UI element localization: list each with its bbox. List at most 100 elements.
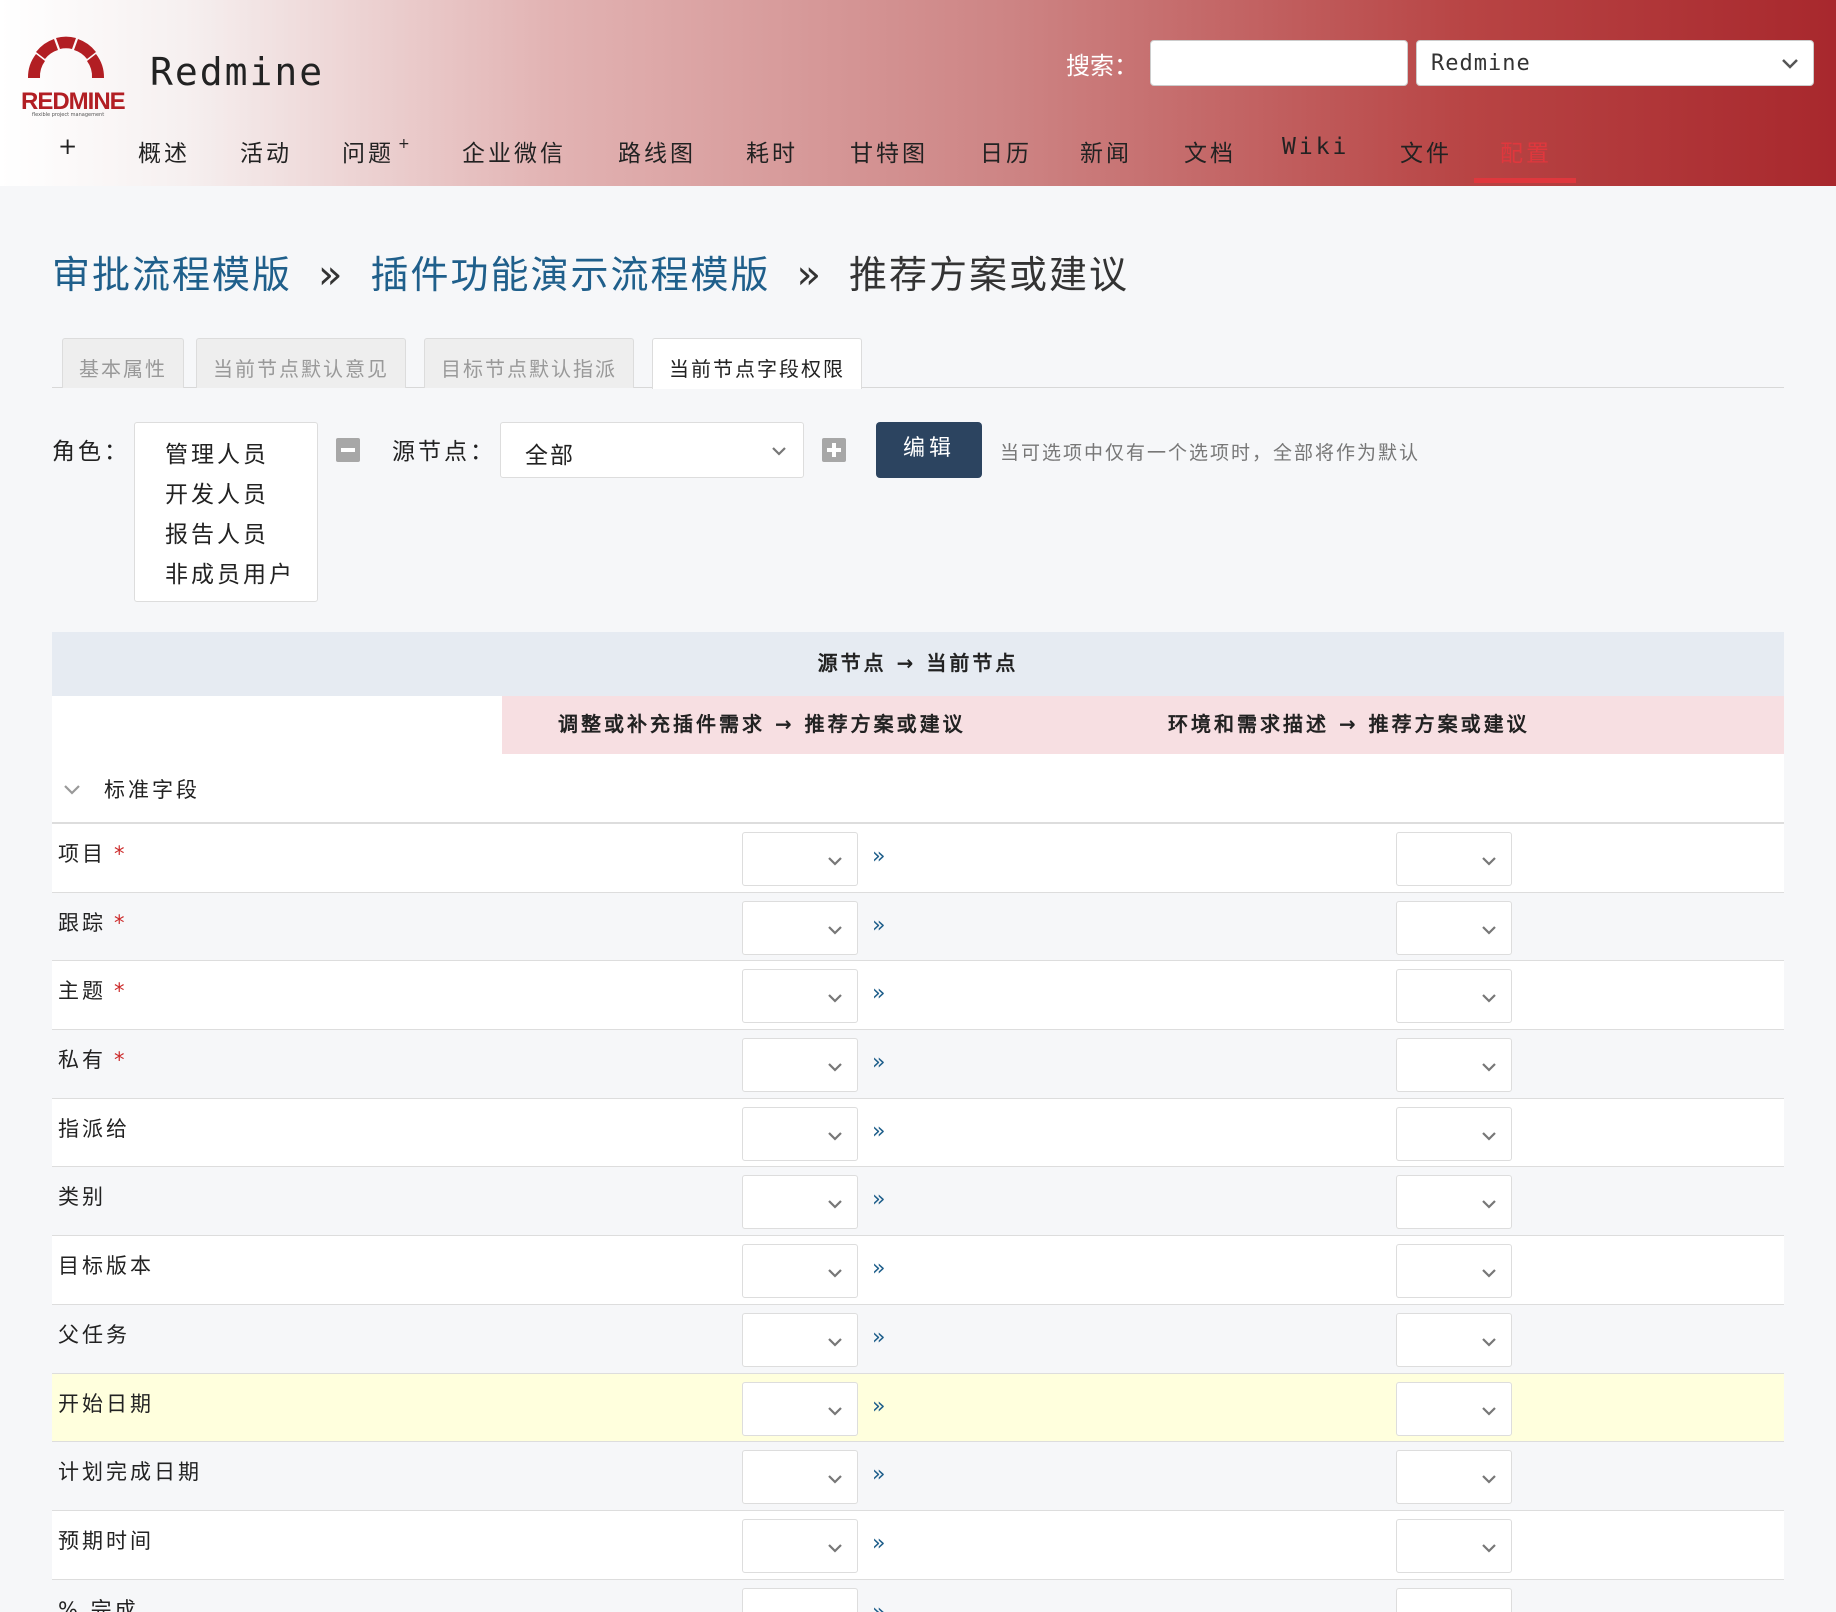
- menu-calendar[interactable]: 日历: [980, 134, 1032, 168]
- role-option[interactable]: 报告人员: [165, 515, 317, 555]
- table-row: 开始日期 »: [52, 1373, 1784, 1443]
- permission-select-col2[interactable]: [1396, 832, 1512, 886]
- menu-settings[interactable]: 配置: [1500, 134, 1552, 168]
- menu-activity[interactable]: 活动: [240, 134, 292, 168]
- permission-select-col2[interactable]: [1396, 1312, 1512, 1367]
- edit-button[interactable]: 编辑: [876, 422, 982, 478]
- breadcrumb-plugin-demo-template[interactable]: 插件功能演示流程模版: [371, 253, 771, 297]
- permission-select-col2[interactable]: [1396, 1106, 1512, 1161]
- chevron-down-icon: [828, 1269, 842, 1278]
- copy-right-link[interactable]: »: [872, 1394, 885, 1419]
- menu-issues[interactable]: 问题 +: [342, 134, 413, 168]
- redmine-logo[interactable]: REDMINE flexible project management: [18, 30, 126, 120]
- chevron-down-icon[interactable]: [62, 780, 82, 800]
- column-header-1: 调整或补充插件需求 → 推荐方案或建议: [558, 712, 966, 736]
- plus-icon-v: [832, 443, 836, 457]
- chevron-down-icon: [825, 1607, 845, 1612]
- permission-select-col1[interactable]: [742, 969, 858, 1024]
- copy-right-link[interactable]: »: [872, 844, 885, 869]
- permission-select-col1[interactable]: [742, 1381, 858, 1436]
- table-row: % 完成 »: [52, 1579, 1784, 1612]
- column-header-2: 环境和需求描述 → 推荐方案或建议: [1168, 712, 1530, 736]
- permission-select-col1[interactable]: [742, 832, 858, 886]
- permission-select-col1[interactable]: [742, 1518, 858, 1573]
- tab-basic-attributes[interactable]: 基本属性: [62, 338, 184, 388]
- permission-select-col2[interactable]: [1396, 1587, 1512, 1612]
- permission-select-col1[interactable]: [742, 1312, 858, 1367]
- field-label: 指派给: [58, 1113, 130, 1143]
- chevron-down-icon: [828, 1063, 842, 1072]
- role-option[interactable]: 管理人员: [165, 435, 317, 475]
- app-title[interactable]: Redmine: [150, 50, 324, 94]
- permission-select-col2[interactable]: [1396, 1244, 1512, 1299]
- copy-right-link[interactable]: »: [872, 1531, 885, 1556]
- column-header-band: 调整或补充插件需求 → 推荐方案或建议 环境和需求描述 → 推荐方案或建议: [502, 696, 1784, 754]
- field-name: 预期时间: [58, 1528, 154, 1553]
- search-label: 搜索：: [1066, 52, 1138, 80]
- chevron-down-icon: [1482, 1475, 1496, 1484]
- menu-documents[interactable]: 文档: [1184, 134, 1236, 168]
- menu-news[interactable]: 新闻: [1080, 134, 1132, 168]
- role-option[interactable]: 非成员用户: [165, 555, 317, 595]
- expand-source-button[interactable]: [822, 438, 846, 462]
- permissions-table: 源节点 → 当前节点 调整或补充插件需求 → 推荐方案或建议 环境和需求描述 →…: [52, 632, 1784, 1612]
- permission-select-col1[interactable]: [742, 1038, 858, 1093]
- tab-default-assignee[interactable]: 目标节点默认指派: [424, 338, 634, 388]
- permission-select-col1[interactable]: [742, 1587, 858, 1612]
- chevron-down-icon: [1482, 1200, 1496, 1209]
- permission-select-col1[interactable]: [742, 900, 858, 955]
- section-label: 标准字段: [104, 778, 200, 802]
- permission-select-col2[interactable]: [1396, 1450, 1512, 1505]
- tab-field-permissions[interactable]: 当前节点字段权限: [652, 338, 862, 389]
- role-option[interactable]: 开发人员: [165, 475, 317, 515]
- copy-right-link[interactable]: »: [872, 1256, 885, 1281]
- menu-files[interactable]: 文件: [1400, 134, 1452, 168]
- permission-select-col1[interactable]: [742, 1244, 858, 1299]
- breadcrumb-separator: »: [318, 252, 345, 298]
- breadcrumb-approval-templates[interactable]: 审批流程模版: [52, 253, 292, 297]
- copy-right-link[interactable]: »: [872, 913, 885, 938]
- menu-wiki[interactable]: Wiki: [1282, 134, 1349, 160]
- source-node-select[interactable]: 全部: [500, 422, 804, 478]
- field-rows: 项目 * » 跟踪 * » 主题 * » 私有 * » 指派给 » 类别 » 目…: [52, 824, 1784, 1612]
- tab-default-opinion[interactable]: 当前节点默认意见: [196, 338, 406, 388]
- menu-new-object[interactable]: +: [58, 134, 80, 160]
- chevron-down-icon: [828, 1338, 842, 1347]
- copy-right-link[interactable]: »: [872, 1325, 885, 1350]
- new-issue-plus[interactable]: +: [398, 136, 413, 152]
- menu-wechat[interactable]: 企业微信: [462, 134, 566, 168]
- table-header-transition: 源节点 → 当前节点: [52, 632, 1784, 696]
- chevron-down-icon: [772, 447, 786, 456]
- permission-select-col1[interactable]: [742, 1175, 858, 1230]
- permission-select-col2[interactable]: [1396, 1175, 1512, 1230]
- chevron-down-icon: [828, 1544, 842, 1553]
- permission-select-col2[interactable]: [1396, 900, 1512, 955]
- permission-select-col1[interactable]: [742, 1450, 858, 1505]
- field-name: 类别: [58, 1185, 106, 1210]
- logo-arc-icon: [27, 36, 105, 78]
- permission-select-col2[interactable]: [1396, 969, 1512, 1024]
- project-jump-select[interactable]: Redmine: [1416, 40, 1814, 86]
- permission-select-col2[interactable]: [1396, 1518, 1512, 1573]
- copy-right-link[interactable]: »: [872, 981, 885, 1006]
- collapse-roles-button[interactable]: [336, 438, 360, 462]
- menu-roadmap[interactable]: 路线图: [618, 134, 696, 168]
- section-standard-fields[interactable]: 标准字段: [52, 754, 1784, 824]
- role-multiselect[interactable]: 管理人员 开发人员 报告人员 非成员用户: [134, 422, 318, 602]
- copy-right-link[interactable]: »: [872, 1187, 885, 1212]
- copy-right-link[interactable]: »: [872, 1462, 885, 1487]
- menu-overview[interactable]: 概述: [138, 134, 190, 168]
- search-input[interactable]: [1150, 40, 1408, 86]
- field-name: 计划完成日期: [58, 1460, 202, 1485]
- menu-spent-time[interactable]: 耗时: [746, 134, 798, 168]
- permission-select-col2[interactable]: [1396, 1381, 1512, 1436]
- table-row: 主题 * »: [52, 961, 1784, 1031]
- permission-select-col2[interactable]: [1396, 1038, 1512, 1093]
- field-label: % 完成: [58, 1594, 139, 1612]
- copy-right-link[interactable]: »: [872, 1600, 885, 1612]
- copy-right-link[interactable]: »: [872, 1119, 885, 1144]
- required-mark: *: [114, 842, 128, 866]
- copy-right-link[interactable]: »: [872, 1050, 885, 1075]
- menu-gantt[interactable]: 甘特图: [850, 134, 928, 168]
- permission-select-col1[interactable]: [742, 1106, 858, 1161]
